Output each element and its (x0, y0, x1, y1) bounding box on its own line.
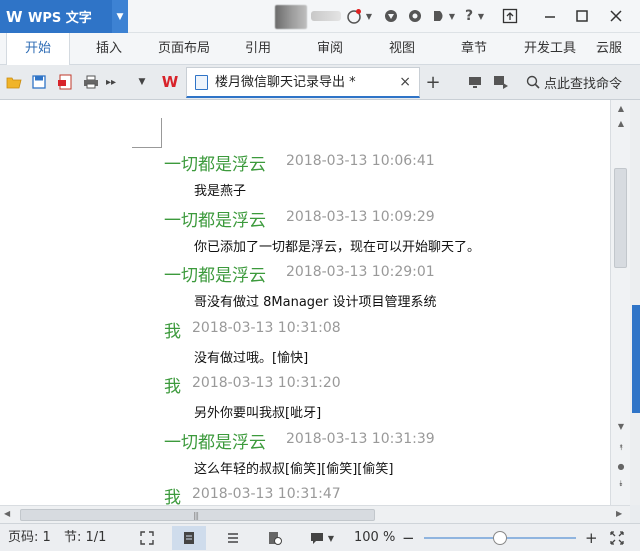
tab-page-layout[interactable]: 页面布局 (146, 33, 222, 65)
tab-insert[interactable]: 插入 (80, 33, 138, 65)
vertical-scrollbar[interactable]: ▲ ▲ ▼ ⯭ ● ⯯ (610, 100, 630, 505)
app-name: WPS 文字 (28, 11, 92, 26)
tab-references[interactable]: 引用 (232, 33, 284, 65)
theme-icon[interactable] (430, 7, 448, 25)
settings-icon[interactable] (406, 7, 424, 25)
tab-cloud[interactable]: 云服 (596, 33, 640, 65)
user-avatar[interactable] (275, 5, 307, 29)
chat-sender: 一切都是浮云 (164, 210, 266, 231)
skin-icon[interactable] (344, 7, 364, 25)
web-view-icon[interactable] (266, 529, 284, 547)
window-switch-icon[interactable] (492, 73, 510, 91)
zoom-level[interactable]: 100 % (354, 524, 395, 551)
skin-dropdown-icon[interactable]: ▼ (364, 7, 374, 25)
maximize-icon[interactable] (570, 5, 594, 27)
chat-sender: 我 (164, 488, 181, 505)
open-folder-icon[interactable] (5, 73, 23, 91)
chat-sender: 一切都是浮云 (164, 432, 266, 453)
save-icon[interactable] (30, 73, 48, 91)
help-dropdown-icon[interactable]: ▼ (476, 7, 486, 25)
print-icon[interactable] (82, 73, 100, 91)
tab-chapter[interactable]: 章节 (448, 33, 500, 65)
zoom-in-icon[interactable]: + (585, 524, 598, 551)
wps-office-logo-icon[interactable]: W (160, 73, 180, 91)
chat-timestamp: 2018-03-13 10:06:41 (286, 153, 435, 169)
outline-view-icon[interactable] (224, 529, 242, 547)
command-search[interactable]: 点此查找命令 (522, 65, 640, 99)
command-search-label: 点此查找命令 (544, 76, 623, 92)
chat-timestamp: 2018-03-13 10:31:39 (286, 430, 435, 447)
chat-message: 哥没有做过 8Manager 设计项目管理系统 (194, 295, 437, 310)
theme-dropdown-icon[interactable]: ▼ (447, 7, 457, 25)
page-number: 页码: 1 (8, 530, 51, 545)
document-tab[interactable]: 楼月微信聊天记录导出 * × (186, 67, 420, 98)
chat-timestamp: 2018-03-13 10:31:47 (192, 486, 341, 502)
more-tools-icon[interactable]: ▸▸ (104, 73, 118, 91)
chat-timestamp: 2018-03-13 10:29:01 (286, 264, 435, 280)
user-name-blurred[interactable] (311, 11, 341, 21)
app-menu-button[interactable]: W WPS 文字 ▼ (0, 0, 128, 33)
minimize-icon[interactable] (538, 5, 562, 27)
document-icon (195, 75, 208, 90)
fit-window-icon[interactable] (608, 529, 626, 547)
zoom-out-icon[interactable]: − (402, 524, 415, 551)
chat-sender: 一切都是浮云 (164, 266, 266, 286)
close-window-icon[interactable] (604, 5, 628, 27)
section-number: 节: 1/1 (64, 530, 107, 545)
vertical-scroll-thumb[interactable] (614, 168, 627, 268)
close-tab-icon[interactable]: × (399, 68, 411, 97)
document-page[interactable]: 一切都是浮云 2018-03-13 10:06:41 我是燕子 一切都是浮云 2018-… (0, 100, 610, 505)
scroll-down-icon[interactable]: ▼ (611, 418, 631, 434)
ribbon-tabs: 开始 插入 页面布局 引用 审阅 视图 章节 开发工具 云服 (0, 33, 640, 65)
screen-share-icon[interactable] (466, 73, 484, 91)
scroll-up-icon[interactable]: ▲ (611, 115, 631, 131)
share-icon[interactable] (382, 7, 400, 25)
chat-sender: 我 (164, 377, 181, 397)
tab-view[interactable]: 视图 (376, 33, 428, 65)
chat-message: 没有做过哦。[愉快] (194, 350, 309, 366)
customize-toolbar-dropdown-icon[interactable]: ▼ (134, 73, 150, 91)
chat-sender: 一切都是浮云 (164, 155, 266, 175)
scroll-left-icon[interactable]: ◀ (4, 509, 10, 518)
quick-toolbar: ▸▸ ▼ W 楼月微信聊天记录导出 * × + 点此查找命令 (0, 65, 640, 100)
scroll-right-icon[interactable]: ▶ (616, 509, 622, 518)
chat-timestamp: 2018-03-13 10:31:20 (192, 375, 341, 391)
tab-review[interactable]: 审阅 (304, 33, 356, 65)
new-tab-icon[interactable]: + (424, 72, 442, 93)
horizontal-scrollbar[interactable]: ◀ ||| ▶ (0, 505, 630, 523)
task-pane-toggle[interactable] (632, 305, 640, 413)
task-pane-strip (630, 100, 640, 505)
browse-object-icon[interactable]: ● (611, 458, 631, 474)
reading-mode-dropdown-icon[interactable]: ▼ (326, 529, 336, 547)
next-page-icon[interactable]: ⯯ (611, 476, 631, 492)
status-bar: 页码: 1 节: 1/1 ▼ 100 % − + (0, 523, 640, 551)
help-icon[interactable]: ? (462, 7, 476, 25)
app-menu-dropdown-icon[interactable]: ▼ (112, 0, 128, 33)
page-view-icon[interactable] (172, 526, 206, 550)
restore-ribbon-icon[interactable] (498, 5, 522, 27)
page-margin-marker (132, 118, 162, 148)
chat-message: 这么年轻的叔叔[偷笑][偷笑][偷笑] (194, 461, 394, 477)
tab-developer[interactable]: 开发工具 (514, 33, 586, 65)
document-tab-title: 楼月微信聊天记录导出 * (215, 75, 356, 90)
horizontal-scroll-thumb[interactable]: ||| (20, 509, 375, 521)
title-bar: W WPS 文字 ▼ ▼ ▼ ? ▼ (0, 0, 640, 33)
chat-message: 你已添加了一切都是浮云，现在可以开始聊天了。 (194, 239, 481, 255)
previous-page-icon[interactable]: ⯭ (611, 440, 631, 456)
fullscreen-icon[interactable] (138, 529, 156, 547)
search-icon (526, 75, 540, 89)
chat-timestamp: 2018-03-13 10:09:29 (286, 208, 435, 225)
chat-message: 另外你要叫我叔[呲牙] (194, 406, 322, 421)
export-pdf-icon[interactable] (56, 73, 74, 91)
reading-mode-icon[interactable] (308, 529, 326, 547)
chat-sender: 我 (164, 321, 181, 342)
tab-home[interactable]: 开始 (6, 33, 70, 65)
chat-message: 我是燕子 (194, 184, 247, 199)
wps-logo-icon: W (6, 7, 23, 26)
chat-timestamp: 2018-03-13 10:31:08 (192, 319, 341, 336)
scroll-top-icon[interactable]: ▲ (611, 100, 631, 116)
zoom-slider-handle[interactable] (493, 531, 507, 545)
